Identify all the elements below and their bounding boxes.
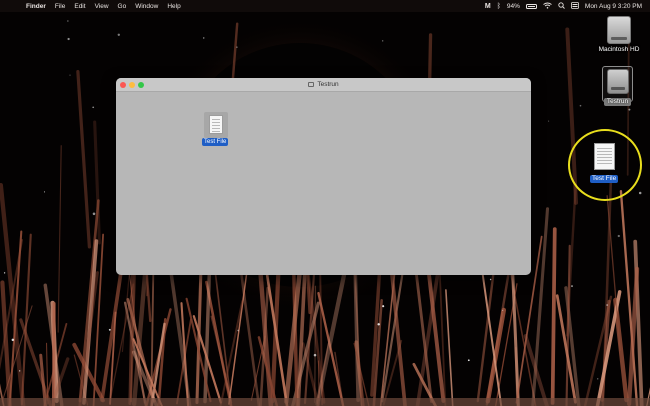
search-icon[interactable] (558, 1, 565, 11)
wifi-icon[interactable] (543, 2, 552, 11)
menu-bar: Finder File Edit View Go Window Help M ᛒ… (0, 0, 650, 12)
menu-window[interactable]: Window (135, 3, 158, 10)
document-icon[interactable] (204, 112, 228, 138)
disk-image-icon[interactable] (607, 69, 629, 94)
control-center-icon[interactable] (571, 1, 579, 11)
menu-file[interactable]: File (55, 3, 65, 10)
macintosh-hd-label[interactable]: Macintosh HD (594, 46, 644, 53)
testrun-volume-label[interactable]: Testrun (604, 98, 631, 106)
window-file-label[interactable]: Test File (202, 138, 229, 146)
menubar-clock[interactable]: Mon Aug 9 3:20 PM (585, 3, 642, 10)
hard-drive-icon[interactable] (607, 16, 631, 44)
finder-window[interactable]: Testrun Test File (116, 78, 531, 275)
window-titlebar[interactable]: Testrun (116, 78, 531, 92)
battery-percent: 94% (506, 2, 520, 10)
menu-go[interactable]: Go (118, 3, 127, 10)
bluetooth-icon[interactable]: ᛒ (497, 3, 501, 10)
menu-view[interactable]: View (95, 3, 109, 10)
menu-edit[interactable]: Edit (74, 3, 85, 10)
window-title: Testrun (116, 78, 531, 91)
folder-icon (308, 82, 315, 87)
battery-icon[interactable] (525, 3, 537, 9)
highlight-circle (568, 129, 642, 201)
status-area: M ᛒ 94% Mon Aug 9 3:20 PM (485, 0, 642, 12)
menu-finder[interactable]: Finder (26, 3, 46, 10)
status-app-icon[interactable]: M (485, 3, 491, 10)
window-title-text: Testrun (317, 81, 339, 88)
menu-help[interactable]: Help (167, 3, 180, 10)
